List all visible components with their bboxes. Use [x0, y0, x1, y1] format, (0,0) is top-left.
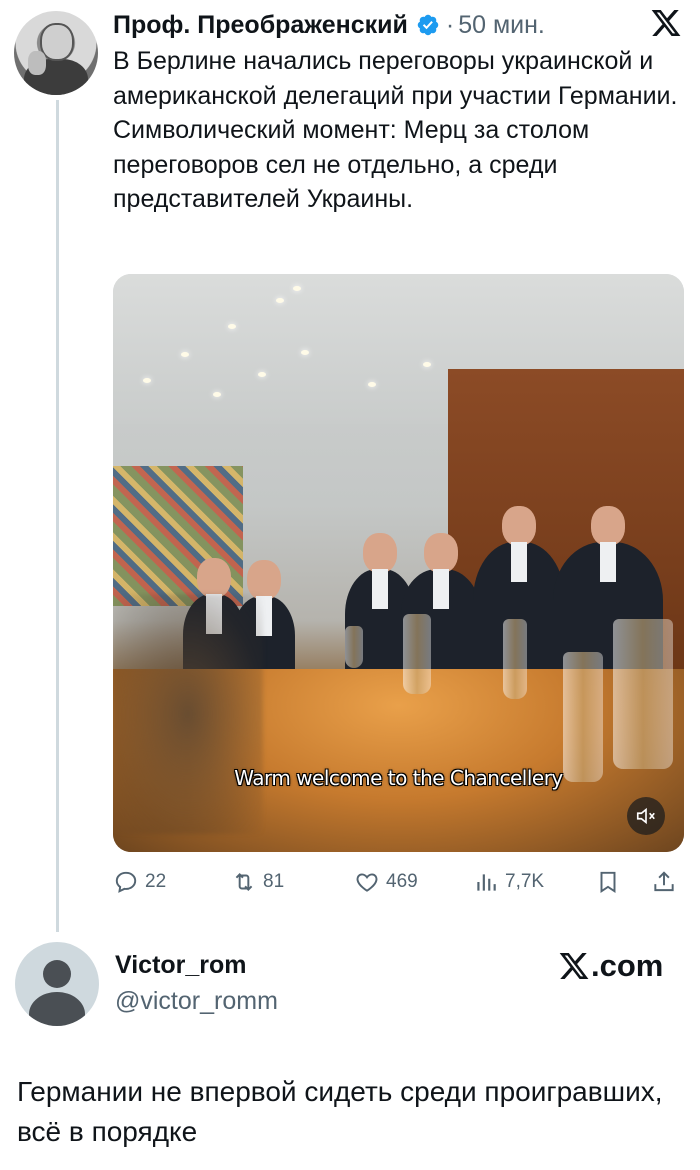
header-separator: · — [445, 10, 455, 39]
avatar-figure-hand — [28, 51, 46, 75]
ceiling-lamp — [293, 286, 301, 291]
avatar-placeholder-body — [29, 992, 85, 1026]
ceiling-lamp — [258, 372, 266, 377]
reply-author-handle[interactable]: @victor_romm — [115, 987, 278, 1016]
verified-badge-icon — [417, 14, 439, 36]
video-scene-bottle — [563, 652, 603, 782]
like-count: 469 — [386, 871, 418, 892]
repost-count: 81 — [263, 871, 285, 892]
thread-connector-line — [56, 100, 59, 932]
ceiling-lamp — [301, 350, 309, 355]
repost-icon — [235, 873, 253, 891]
reply-paragraph: Германии не впервой сидеть среди проигра… — [17, 1076, 663, 1147]
ceiling-lamp — [213, 392, 221, 397]
speaker-muted-icon — [636, 807, 655, 825]
post-time[interactable]: 50 мин. — [458, 11, 545, 40]
tweet-paragraph: В Берлине начались переговоры украинской… — [113, 47, 678, 110]
video-scene-bottle — [345, 626, 363, 668]
reply-button[interactable]: 22 — [113, 866, 166, 898]
views-chart-icon — [477, 874, 496, 891]
x-com-brand: .com — [558, 948, 663, 984]
share-button[interactable] — [651, 866, 683, 898]
author-name[interactable]: Проф. Преображенский — [113, 11, 408, 40]
like-button[interactable]: 469 — [354, 866, 418, 898]
ceiling-lamp — [143, 378, 151, 383]
ceiling-lamp — [181, 352, 189, 357]
ceiling-lamp — [228, 324, 236, 329]
ceiling-lamp — [423, 362, 431, 367]
bookmark-icon — [600, 871, 616, 894]
video-player[interactable]: Warm welcome to the Chancellery — [113, 274, 684, 852]
reply-text: Германии не впервой сидеть среди проигра… — [17, 1072, 677, 1152]
repost-button[interactable]: 81 — [231, 866, 284, 898]
share-icon — [654, 871, 674, 892]
x-logo-icon[interactable] — [650, 7, 682, 39]
heart-icon — [356, 873, 378, 892]
brand-suffix: .com — [591, 948, 664, 983]
reply-icon — [115, 871, 137, 893]
video-caption: Warm welcome to the Chancellery — [234, 766, 563, 790]
tweet-text: В Берлине начались переговоры украинской… — [113, 44, 683, 217]
video-scene-bottle — [403, 614, 431, 694]
video-scene-bottle — [503, 619, 527, 699]
avatar-placeholder-head — [43, 960, 71, 988]
tweet-paragraph: Символический момент: Мерц за столом пер… — [113, 116, 590, 213]
tweet-header: Проф. Преображенский · 50 мин. — [113, 8, 545, 42]
views-button[interactable]: 7,7K — [473, 866, 544, 898]
mute-button[interactable] — [627, 797, 665, 835]
tweet-actions: 22 81 469 7,7K — [113, 866, 684, 898]
x-logo-icon — [559, 953, 589, 979]
reply-author-name[interactable]: Victor_rom — [115, 951, 247, 980]
bookmark-button[interactable] — [595, 866, 627, 898]
views-count: 7,7K — [505, 871, 545, 892]
video-scene-foreground — [113, 594, 263, 834]
reply-author-avatar[interactable] — [15, 942, 99, 1026]
video-scene-bottle — [613, 619, 673, 769]
ceiling-lamp — [368, 382, 376, 387]
ceiling-lamp — [276, 298, 284, 303]
reply-count: 22 — [145, 871, 167, 892]
author-avatar[interactable] — [14, 11, 98, 95]
